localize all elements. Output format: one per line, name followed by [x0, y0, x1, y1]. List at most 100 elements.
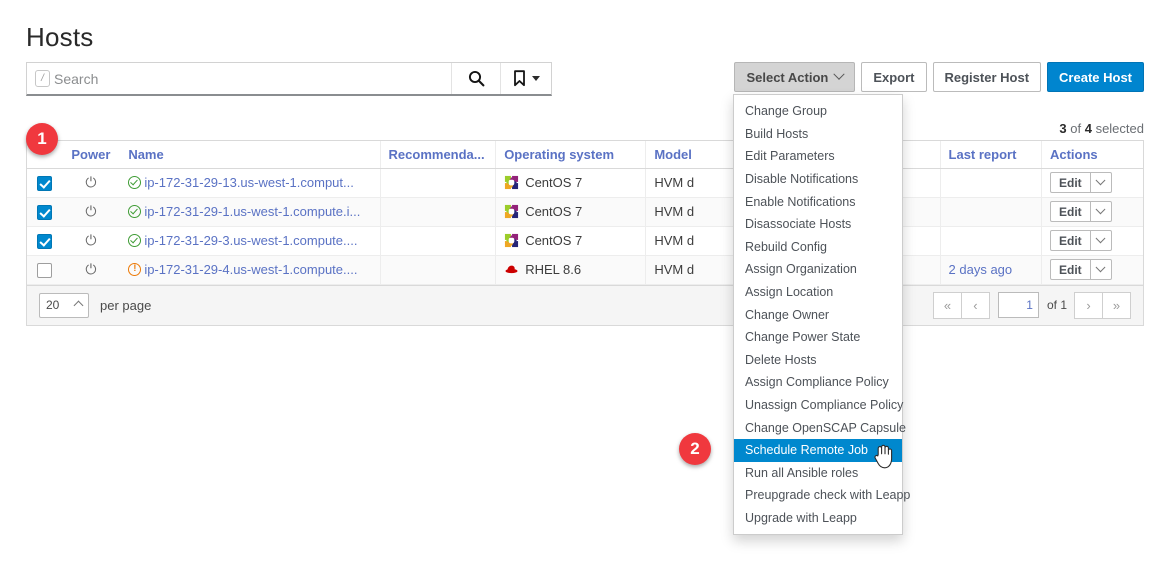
menu-item-enable-notifications[interactable]: Enable Notifications [734, 190, 902, 213]
menu-item-preupgrade-check-with-leapp[interactable]: Preupgrade check with Leapp [734, 484, 902, 507]
row-os-cell: RHEL 8.6 [496, 255, 646, 284]
row-checkbox[interactable] [37, 176, 52, 191]
search-button[interactable] [451, 63, 500, 94]
row-os-cell: CentOS 7 [496, 197, 646, 226]
row-last-report-cell [940, 197, 1041, 226]
row-checkbox[interactable] [37, 234, 52, 249]
centos-icon [504, 233, 519, 248]
per-page-value: 20 [46, 298, 59, 312]
row-checkbox[interactable] [37, 205, 52, 220]
row-actions-cell: Edit [1041, 168, 1143, 197]
select-action-button[interactable]: Select Action [734, 62, 855, 92]
menu-item-run-all-ansible-roles[interactable]: Run all Ansible roles [734, 462, 902, 485]
edit-button[interactable]: Edit [1050, 259, 1091, 280]
menu-item-upgrade-with-leapp[interactable]: Upgrade with Leapp [734, 507, 902, 530]
menu-item-schedule-remote-job[interactable]: Schedule Remote Job [734, 439, 902, 462]
os-label: RHEL 8.6 [525, 262, 581, 277]
host-name-link[interactable]: ip-172-31-29-13.us-west-1.comput... [144, 175, 354, 190]
next-page-button[interactable]: › [1074, 292, 1103, 319]
column-header-recommendations[interactable]: Recommenda... [380, 141, 496, 168]
first-page-button[interactable]: « [933, 292, 962, 319]
host-name-link[interactable]: ip-172-31-29-1.us-west-1.compute.i... [144, 204, 360, 219]
edit-dropdown-toggle[interactable] [1091, 230, 1112, 251]
row-power-cell[interactable]: ⏻ [61, 226, 120, 255]
row-checkbox-cell[interactable] [27, 168, 61, 197]
per-page-label: per page [100, 298, 151, 313]
row-last-report-cell[interactable]: 2 days ago [940, 255, 1041, 284]
edit-dropdown-toggle[interactable] [1091, 201, 1112, 222]
row-power-cell[interactable]: ⏻ [61, 168, 120, 197]
column-header-name[interactable]: Name [120, 141, 380, 168]
menu-item-edit-parameters[interactable]: Edit Parameters [734, 145, 902, 168]
edit-button[interactable]: Edit [1050, 201, 1091, 222]
toolbar-buttons: Select Action Export Register Host Creat… [734, 62, 1144, 92]
table-row: ⏻ ip-172-31-29-3.us-west-1.compute.... [27, 226, 1143, 255]
bookmark-icon [513, 70, 526, 87]
menu-item-build-hosts[interactable]: Build Hosts [734, 123, 902, 146]
export-button[interactable]: Export [861, 62, 926, 92]
check-circle-icon [128, 205, 141, 218]
row-checkbox-cell[interactable] [27, 226, 61, 255]
column-header-operating-system[interactable]: Operating system [496, 141, 646, 168]
bookmark-dropdown-button[interactable] [500, 63, 551, 94]
menu-item-rebuild-config[interactable]: Rebuild Config [734, 236, 902, 259]
table-row: ⏻ ip-172-31-29-4.us-west-1.compute.... R… [27, 255, 1143, 284]
row-checkbox[interactable] [37, 263, 52, 278]
edit-dropdown-toggle[interactable] [1091, 172, 1112, 193]
row-name-cell: ip-172-31-29-1.us-west-1.compute.i... [120, 197, 380, 226]
menu-item-change-group[interactable]: Change Group [734, 100, 902, 123]
menu-item-disable-notifications[interactable]: Disable Notifications [734, 168, 902, 191]
menu-item-assign-compliance-policy[interactable]: Assign Compliance Policy [734, 371, 902, 394]
step-badge-2: 2 [679, 433, 711, 465]
table-header-row: Power Name Recommenda... Operating syste… [27, 141, 1143, 168]
chevron-down-icon [1096, 262, 1106, 272]
chevron-down-icon [834, 69, 845, 80]
selected-count-total: 4 [1085, 121, 1092, 136]
row-power-cell[interactable]: ⏻ [61, 255, 120, 284]
edit-dropdown-toggle[interactable] [1091, 259, 1112, 280]
menu-item-assign-location[interactable]: Assign Location [734, 281, 902, 304]
warning-circle-icon [128, 263, 141, 276]
table-row: ⏻ ip-172-31-29-13.us-west-1.comput... [27, 168, 1143, 197]
os-label: CentOS 7 [525, 233, 582, 248]
row-name-cell: ip-172-31-29-3.us-west-1.compute.... [120, 226, 380, 255]
power-icon[interactable]: ⏻ [85, 204, 96, 218]
selected-count-value: 3 [1059, 121, 1066, 136]
edit-button[interactable]: Edit [1050, 172, 1091, 193]
menu-item-assign-organization[interactable]: Assign Organization [734, 258, 902, 281]
page-number-input[interactable]: 1 [998, 292, 1039, 318]
menu-item-change-openscap-capsule[interactable]: Change OpenSCAP Capsule [734, 416, 902, 439]
previous-page-button[interactable]: ‹ [961, 292, 990, 319]
chevron-down-icon [532, 76, 540, 81]
power-icon[interactable]: ⏻ [85, 175, 96, 189]
column-header-last-report[interactable]: Last report [940, 141, 1041, 168]
column-header-power[interactable]: Power [61, 141, 120, 168]
menu-item-change-power-state[interactable]: Change Power State [734, 326, 902, 349]
last-page-button[interactable]: » [1102, 292, 1131, 319]
register-host-button[interactable]: Register Host [933, 62, 1042, 92]
menu-item-disassociate-hosts[interactable]: Disassociate Hosts [734, 213, 902, 236]
row-name-cell: ip-172-31-29-13.us-west-1.comput... [120, 168, 380, 197]
row-power-cell[interactable]: ⏻ [61, 197, 120, 226]
power-icon[interactable]: ⏻ [85, 233, 96, 247]
edit-button[interactable]: Edit [1050, 230, 1091, 251]
menu-item-delete-hosts[interactable]: Delete Hosts [734, 349, 902, 372]
search-input[interactable]: / Search [27, 63, 451, 94]
of-label: of [1047, 298, 1057, 312]
menu-item-unassign-compliance-policy[interactable]: Unassign Compliance Policy [734, 394, 902, 417]
os-label: CentOS 7 [525, 204, 582, 219]
check-circle-icon [128, 234, 141, 247]
os-label: CentOS 7 [525, 175, 582, 190]
rhel-icon [504, 262, 519, 277]
table-row: ⏻ ip-172-31-29-1.us-west-1.compute.i... [27, 197, 1143, 226]
create-host-button[interactable]: Create Host [1047, 62, 1144, 92]
selected-count-suffix: selected [1092, 121, 1144, 136]
table-body: ⏻ ip-172-31-29-13.us-west-1.comput... [27, 168, 1143, 284]
row-checkbox-cell[interactable] [27, 255, 61, 284]
row-checkbox-cell[interactable] [27, 197, 61, 226]
power-icon[interactable]: ⏻ [85, 262, 96, 276]
per-page-select[interactable]: 20 [39, 293, 89, 318]
host-name-link[interactable]: ip-172-31-29-4.us-west-1.compute.... [144, 262, 357, 277]
host-name-link[interactable]: ip-172-31-29-3.us-west-1.compute.... [144, 233, 357, 248]
menu-item-change-owner[interactable]: Change Owner [734, 303, 902, 326]
